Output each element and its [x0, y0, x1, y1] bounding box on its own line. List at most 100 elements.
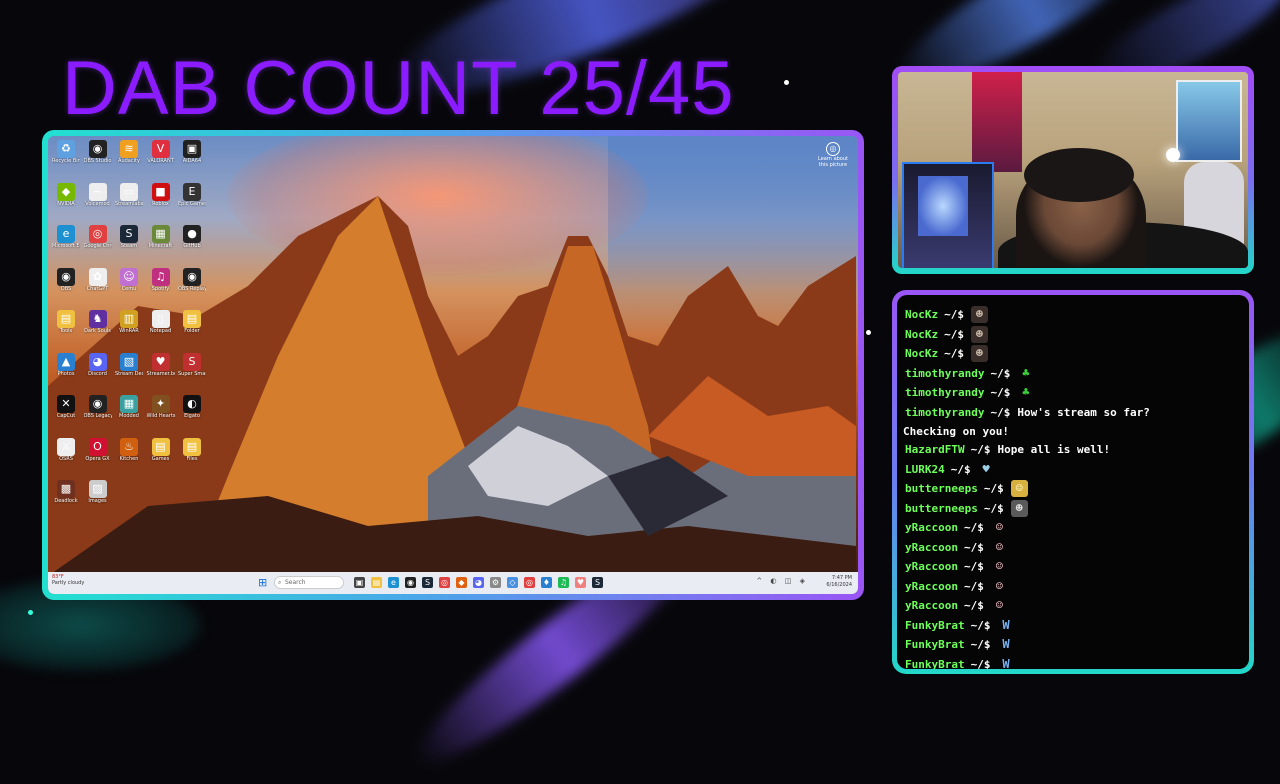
- desktop-icon[interactable]: ✕ CapCut: [52, 395, 80, 435]
- dab-count-title: DAB COUNT 25/45: [62, 46, 735, 131]
- desktop-icon[interactable]: O Opera GX: [84, 437, 112, 478]
- desktop-icon[interactable]: ◐ Elgato: [178, 395, 206, 435]
- desktop-icon-label: Deadlock: [54, 498, 78, 504]
- desktop-icon-label: ChatGPT: [86, 285, 109, 292]
- desktop-icon-label: Elgato: [184, 413, 200, 419]
- chrome-icon[interactable]: ◎: [439, 577, 450, 588]
- spotify-icon[interactable]: ♫: [558, 577, 569, 588]
- desktop-icon[interactable]: ▦ Modded: [115, 395, 143, 435]
- desktop-icon[interactable]: ◉ OBS Studio: [84, 140, 112, 180]
- chat-username: FunkyBrat: [905, 657, 965, 670]
- desktop-icon[interactable]: ▤ Tools: [52, 310, 80, 350]
- chat-message: NocKz ~/$ ☻: [905, 344, 988, 363]
- chat-emote-icon: ☻: [971, 325, 988, 343]
- desktop-icon-label: OBS Studio: [83, 158, 112, 164]
- desktop-icon[interactable]: ◎Google Chrome: [84, 225, 112, 265]
- chat-username: butterneeps: [905, 482, 978, 495]
- app-icon: E: [183, 182, 201, 201]
- app-icon: ◉: [183, 267, 201, 286]
- desktop-icon[interactable]: ♞ Dark Souls: [84, 310, 112, 350]
- chrome-icon[interactable]: ◎: [524, 577, 535, 588]
- desktop-icon[interactable]: ♥Streamer.bot: [147, 352, 175, 393]
- chat-prompt: ~/$: [970, 443, 991, 456]
- desktop-icon[interactable]: ▤ Files: [178, 437, 206, 478]
- desktop-icon[interactable]: eMicrosoft Edge: [52, 225, 80, 265]
- desktop-icon[interactable]: SSuper Smash: [178, 352, 206, 393]
- desktop-icon[interactable]: ■ Roblox: [147, 182, 175, 223]
- desktop-icon[interactable]: ▨ Images: [84, 480, 112, 520]
- edge-icon[interactable]: e: [388, 577, 399, 588]
- desktop-icon[interactable]: ▧Stream Deck: [115, 352, 143, 393]
- chat-username: yRaccoon: [905, 540, 958, 554]
- desktop-icon[interactable]: ▤ Folder: [178, 310, 206, 350]
- chat-emote-icon: ♣: [1022, 385, 1030, 399]
- chat-prompt: ~/$: [950, 462, 971, 476]
- desktop-icon[interactable]: ◕ Discord: [84, 352, 112, 393]
- settings-icon[interactable]: ⚙: [490, 577, 501, 588]
- desktop-icon[interactable]: ▩ Deadlock: [52, 480, 80, 520]
- taskbar-clock[interactable]: 7:47 PM 6/16/2024: [826, 575, 852, 589]
- file-explorer-icon[interactable]: ▤: [371, 577, 382, 588]
- desktop-icon[interactable]: ◉ OBS Replay: [178, 267, 206, 308]
- app-icon: ≋: [120, 140, 138, 158]
- desktop-icon[interactable]: ☺ Cemu: [115, 267, 143, 308]
- desktop-icon[interactable]: ⚔ OSRS: [52, 437, 80, 478]
- chat-emote-icon: ☺: [995, 539, 1003, 554]
- app-icon: ~: [88, 182, 107, 201]
- desktop-icon[interactable]: ▤ Games: [147, 437, 175, 478]
- app-icon[interactable]: ♦: [541, 577, 552, 588]
- steam-icon[interactable]: S: [422, 577, 433, 588]
- desktop-icon[interactable]: ▲ Photos: [52, 352, 80, 393]
- desktop-icon[interactable]: ♻ Recycle Bin: [52, 140, 80, 180]
- learn-about-picture[interactable]: ◎ Learn about this picture: [816, 142, 850, 168]
- obs-icon[interactable]: ◉: [405, 577, 416, 588]
- app-icon[interactable]: ♥: [575, 577, 586, 588]
- chat-prompt: ~/$: [944, 327, 964, 341]
- desktop-icon[interactable]: ▣ AIDA64: [178, 140, 206, 180]
- chat-message: timothyrandy ~/$ ♣: [905, 364, 1034, 383]
- desktop-icon-label: Voicemod: [85, 200, 110, 207]
- desktop-icon[interactable]: ▥ WinRAR: [115, 310, 143, 350]
- app-icon[interactable]: ◇: [507, 577, 518, 588]
- desktop-icon-label: Photos: [57, 370, 75, 377]
- chat-username: NocKz: [905, 327, 939, 341]
- app-icon[interactable]: ◆: [456, 577, 467, 588]
- discord-icon[interactable]: ◕: [473, 577, 484, 588]
- desktop-icon[interactable]: ♫ Spotify: [147, 267, 175, 308]
- chat-emote-icon: ☻: [971, 345, 988, 362]
- desktop-icon[interactable]: ✿ ChatGPT: [84, 267, 112, 308]
- system-tray[interactable]: ^ ◐ ◫ ◈: [756, 577, 808, 585]
- chat-emote-icon: ☻: [1010, 499, 1028, 517]
- desktop-icon[interactable]: ✦ Wild Hearts: [147, 395, 175, 435]
- desktop-icon-label: Tools: [59, 328, 73, 334]
- desktop-icon-label: VALORANT: [147, 158, 174, 164]
- app-icon: ▣: [183, 140, 201, 158]
- desktop-icon-label: Modded: [119, 413, 139, 419]
- task-view-icon[interactable]: ▣: [354, 577, 365, 588]
- desktop-icon-label: GitHub: [183, 243, 201, 249]
- chat-emote-icon: ☺: [995, 578, 1003, 593]
- chat-emote-icon: ☺: [1010, 480, 1028, 497]
- desktop-icon[interactable]: E Epic Games: [178, 182, 206, 223]
- desktop-icon-label: Spotify: [151, 285, 170, 292]
- desktop-icon[interactable]: ♨ Kitchen: [115, 437, 143, 478]
- desktop-icon[interactable]: ◉ OBS: [52, 267, 80, 308]
- weather-widget[interactable]: 83°F Partly cloudy: [52, 574, 84, 586]
- taskbar-search[interactable]: ⌕ Search: [274, 576, 344, 589]
- desktop-icon[interactable]: ▦ Minecraft: [147, 225, 175, 265]
- desktop-icon-label: Google Chrome: [83, 243, 112, 249]
- desktop-icon[interactable]: ~ Voicemod: [84, 182, 112, 223]
- desktop-icon[interactable]: ≋ Audacity: [115, 140, 143, 180]
- desktop-icon[interactable]: V VALORANT: [147, 140, 175, 180]
- desktop-icon-label: CapCut: [56, 413, 76, 419]
- desktop-icon[interactable]: ▭ Streamlabs: [115, 182, 143, 223]
- desktop-icon[interactable]: ● GitHub: [178, 225, 206, 265]
- desktop-icon[interactable]: ◆ NVIDIA: [52, 182, 80, 223]
- chat-box: NocKz ~/$ ☻ NocKz ~/$ ☻ NocKz ~/$ ☻ timothyrandy ~…: [897, 295, 1249, 669]
- steam-icon[interactable]: S: [592, 577, 603, 588]
- desktop-icon[interactable]: ▯ Notepad: [147, 310, 175, 350]
- windows-start-icon[interactable]: ⊞: [258, 577, 269, 588]
- chat-frame: NocKz ~/$ ☻ NocKz ~/$ ☻ NocKz ~/$ ☻ timothyrandy ~…: [892, 290, 1254, 674]
- desktop-icon[interactable]: S Steam: [115, 225, 143, 265]
- desktop-icon[interactable]: ◉ OBS Legacy: [84, 395, 112, 435]
